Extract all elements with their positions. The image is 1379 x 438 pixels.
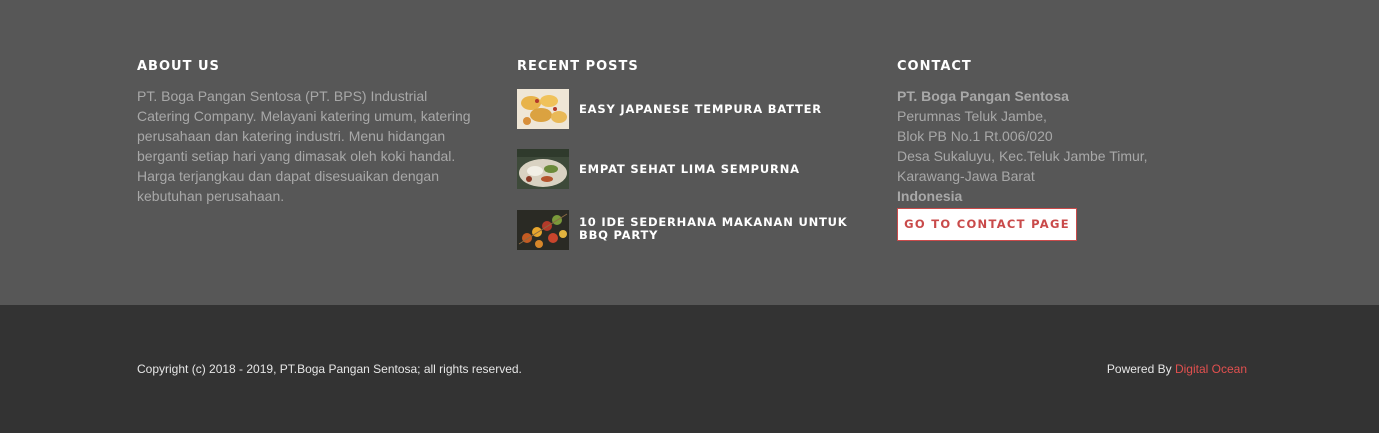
address-line: Desa Sukaluyu, Kec.Teluk Jambe Timur, — [897, 148, 1148, 164]
go-to-contact-page-button[interactable]: GO TO CONTACT PAGE — [897, 208, 1077, 241]
address-line: Blok PB No.1 Rt.006/020 — [897, 128, 1053, 144]
footer-widgets: ABOUT US PT. Boga Pangan Sentosa (PT. BP… — [0, 0, 1379, 305]
about-us-text: PT. Boga Pangan Sentosa (PT. BPS) Indust… — [137, 88, 471, 204]
address-line: Perumnas Teluk Jambe, — [897, 108, 1047, 124]
recent-post-title[interactable]: EMPAT SEHAT LIMA SEMPURNA — [579, 163, 869, 176]
tempura-thumbnail[interactable] — [517, 89, 569, 129]
recent-posts-heading: RECENT POSTS — [517, 59, 639, 74]
contact-section: CONTACT PT. Boga Pangan Sentosa Perumnas… — [897, 59, 1197, 241]
bbq-skewers-thumbnail[interactable] — [517, 210, 569, 250]
recent-post-title[interactable]: EASY JAPANESE TEMPURA BATTER — [579, 103, 869, 116]
country: Indonesia — [897, 188, 963, 204]
digital-ocean-link[interactable]: Digital Ocean — [1175, 362, 1247, 376]
powered-by-label: Powered By — [1106, 362, 1175, 376]
company-name: PT. Boga Pangan Sentosa — [897, 88, 1069, 104]
copyright-text: Copyright (c) 2018 - 2019, PT.Boga Panga… — [137, 362, 522, 376]
recent-post-title[interactable]: 10 IDE SEDERHANA MAKANAN UNTUK BBQ PARTY — [579, 216, 869, 242]
meal-plate-thumbnail[interactable] — [517, 149, 569, 189]
recent-posts-section: RECENT POSTS EASY JAPANESE TEMPURA BATTE… — [517, 59, 867, 250]
contact-details: PT. Boga Pangan Sentosa Perumnas Teluk J… — [897, 86, 1197, 206]
contact-heading: CONTACT — [897, 59, 972, 74]
about-us-heading: ABOUT US — [137, 59, 220, 74]
address-line: Karawang-Jawa Barat — [897, 168, 1035, 184]
about-us-section: ABOUT US PT. Boga Pangan Sentosa (PT. BP… — [137, 59, 482, 206]
powered-by: Powered By Digital Ocean — [1107, 362, 1247, 376]
